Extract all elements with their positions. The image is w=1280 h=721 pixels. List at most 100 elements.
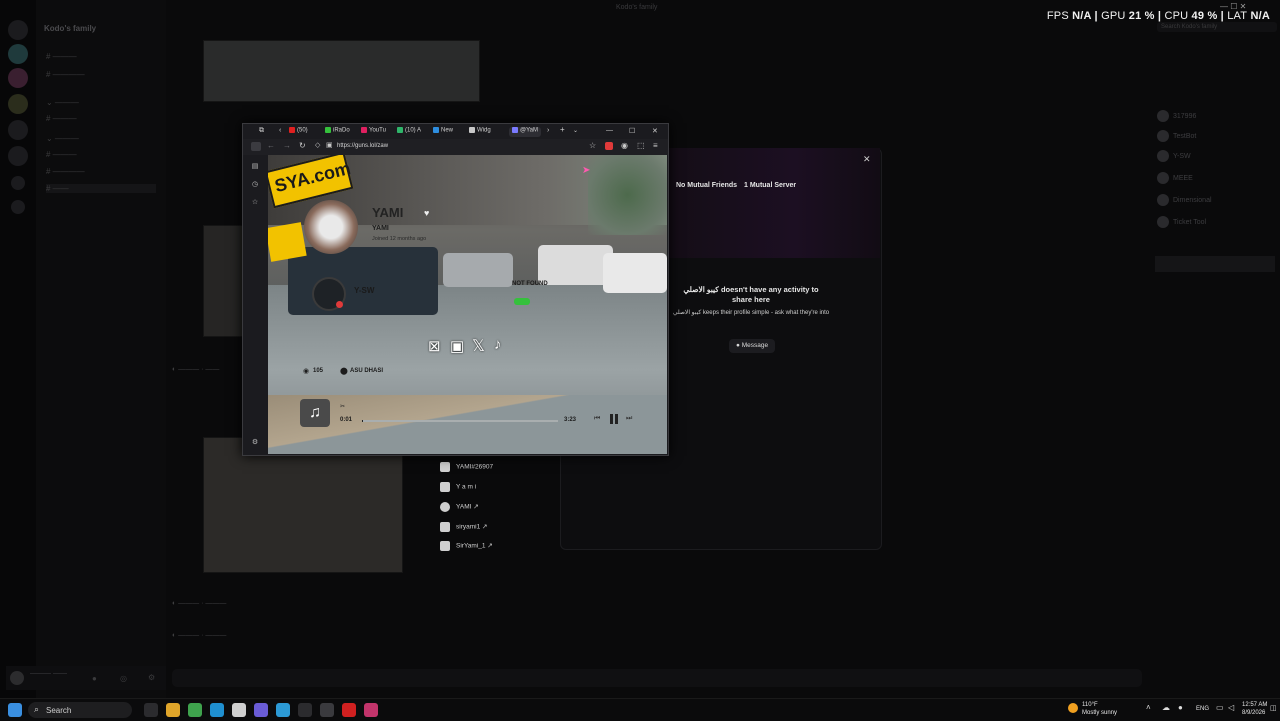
media-app-icon[interactable]: [342, 703, 356, 717]
close-icon[interactable]: ✕: [652, 127, 658, 137]
bookmark-icon[interactable]: ☆: [251, 199, 259, 207]
extensions-icon[interactable]: ⬚: [637, 141, 645, 150]
tab-whatsapp[interactable]: (10) A: [397, 127, 421, 137]
volume-icon[interactable]: ◁: [1228, 703, 1234, 712]
mutual-friends-tab[interactable]: No Mutual Friends: [676, 182, 737, 189]
server-name[interactable]: Kodo's family: [44, 24, 96, 33]
extension-icon[interactable]: [605, 142, 613, 150]
discord-icon[interactable]: [254, 703, 268, 717]
menu-icon[interactable]: ≡: [653, 141, 658, 150]
channel-item[interactable]: # ————: [46, 167, 85, 176]
shield-icon[interactable]: ◇: [315, 141, 320, 149]
tab-overview-icon[interactable]: ⧉: [259, 127, 264, 137]
account-icon[interactable]: ◉: [621, 141, 628, 150]
close-icon[interactable]: ✕: [863, 154, 871, 165]
search-input[interactable]: Search Kodo's family: [1157, 22, 1277, 32]
server-icon[interactable]: [8, 146, 28, 166]
shuffle-icon[interactable]: ✂: [340, 403, 345, 410]
next-icon[interactable]: ⏭: [626, 415, 632, 423]
member-item[interactable]: Dimensional: [1157, 194, 1267, 206]
member-item[interactable]: 317996: [1157, 110, 1267, 122]
maximize-icon[interactable]: ☐: [629, 127, 635, 137]
clock-time[interactable]: 12:57 AM: [1242, 702, 1267, 708]
member-item[interactable]: Ticket Tool: [1157, 216, 1267, 228]
pause-icon[interactable]: [610, 414, 618, 424]
chat-attachment-video[interactable]: [203, 437, 403, 573]
tabs-forward-icon[interactable]: ›: [547, 127, 549, 137]
connection-item[interactable]: YAMI#26907: [440, 462, 493, 472]
pages-icon[interactable]: ▤: [251, 163, 259, 171]
task-view-icon[interactable]: [144, 703, 158, 717]
settings-app-icon[interactable]: [320, 703, 334, 717]
member-item[interactable]: MEEE: [1157, 172, 1267, 184]
channel-item[interactable]: # ———: [46, 114, 77, 123]
back-icon[interactable]: ←: [267, 141, 275, 150]
tab-widgets[interactable]: Widg: [469, 127, 491, 137]
x-icon[interactable]: 𝕏: [472, 336, 485, 356]
twitch-icon[interactable]: ▣: [450, 337, 464, 355]
clock-date[interactable]: 8/9/2026: [1242, 710, 1265, 716]
file-explorer-icon[interactable]: [166, 703, 180, 717]
add-server-icon[interactable]: [11, 176, 25, 190]
mutual-servers-tab[interactable]: 1 Mutual Server: [744, 182, 796, 189]
url-field[interactable]: https://guns.lol/zaw: [337, 143, 388, 149]
channel-item[interactable]: # ———: [46, 150, 77, 159]
app-icon[interactable]: [298, 703, 312, 717]
browser-icon[interactable]: [276, 703, 290, 717]
tab-irado[interactable]: iRaDo: [325, 127, 350, 137]
tab-active-guns[interactable]: @YaM: [509, 127, 541, 137]
avatar[interactable]: [10, 671, 24, 685]
chrome-icon[interactable]: [188, 703, 202, 717]
tiktok-icon[interactable]: ♪: [494, 336, 502, 353]
mic-icon[interactable]: ●: [1178, 703, 1183, 712]
taskbar-search[interactable]: ⌕ Search: [28, 702, 132, 718]
tab-youtube[interactable]: (50): [289, 127, 308, 137]
headset-icon[interactable]: ◎: [120, 674, 127, 683]
tab-new[interactable]: New: [433, 127, 453, 137]
tray-chevron-icon[interactable]: ˄: [1146, 703, 1151, 712]
progress-track[interactable]: [362, 420, 558, 422]
connection-item[interactable]: SirYami_1 ↗: [440, 541, 493, 551]
server-icon[interactable]: [8, 68, 28, 88]
connection-item[interactable]: Y a m i: [440, 482, 476, 492]
windows-start-icon[interactable]: [8, 703, 22, 717]
notification-icon[interactable]: ◫: [1270, 704, 1277, 712]
gear-icon[interactable]: ⚙: [148, 673, 155, 682]
active-app-icon[interactable]: [364, 703, 378, 717]
forward-icon[interactable]: →: [283, 141, 291, 150]
store-icon[interactable]: [232, 703, 246, 717]
mic-icon[interactable]: ●: [92, 674, 97, 683]
member-item-hover[interactable]: [1155, 256, 1275, 272]
star-icon[interactable]: ☆: [589, 141, 596, 150]
member-item[interactable]: Y-SW: [1157, 150, 1267, 162]
connection-item[interactable]: YAMI ↗: [440, 502, 479, 512]
language-indicator[interactable]: ENG: [1196, 706, 1209, 712]
previous-icon[interactable]: ⏮: [594, 415, 600, 423]
settings-icon[interactable]: ⚙: [251, 439, 259, 447]
tab-youtube-2[interactable]: YouTu: [361, 127, 386, 137]
channel-item[interactable]: # ———: [46, 52, 77, 61]
chevron-down-icon[interactable]: ⌄: [573, 127, 578, 137]
channel-item[interactable]: ⌄ ———: [46, 98, 79, 107]
channel-item[interactable]: ⌄ ———: [46, 134, 79, 143]
weather-icon[interactable]: [1068, 703, 1078, 713]
minimize-icon[interactable]: —: [606, 127, 613, 137]
server-icon[interactable]: [8, 94, 28, 114]
channel-item-active[interactable]: # ——: [46, 184, 156, 193]
display-icon[interactable]: ▭: [1216, 703, 1224, 712]
chat-input[interactable]: [172, 669, 1142, 687]
network-icon[interactable]: ☁: [1162, 703, 1170, 712]
chat-attachment-image[interactable]: [203, 40, 480, 102]
edge-icon[interactable]: [210, 703, 224, 717]
server-icon[interactable]: [8, 20, 28, 40]
explore-icon[interactable]: [11, 200, 25, 214]
message-button[interactable]: ● Message: [729, 339, 775, 353]
new-tab-icon[interactable]: +: [560, 125, 565, 135]
server-icon[interactable]: [8, 120, 28, 140]
tabs-back-icon[interactable]: ‹: [279, 127, 281, 137]
reload-icon[interactable]: ↻: [299, 141, 306, 150]
kick-icon[interactable]: ⊠: [428, 337, 441, 355]
connection-item[interactable]: siryami1 ↗: [440, 522, 487, 532]
server-icon[interactable]: [8, 44, 28, 64]
history-icon[interactable]: ◷: [251, 181, 259, 189]
